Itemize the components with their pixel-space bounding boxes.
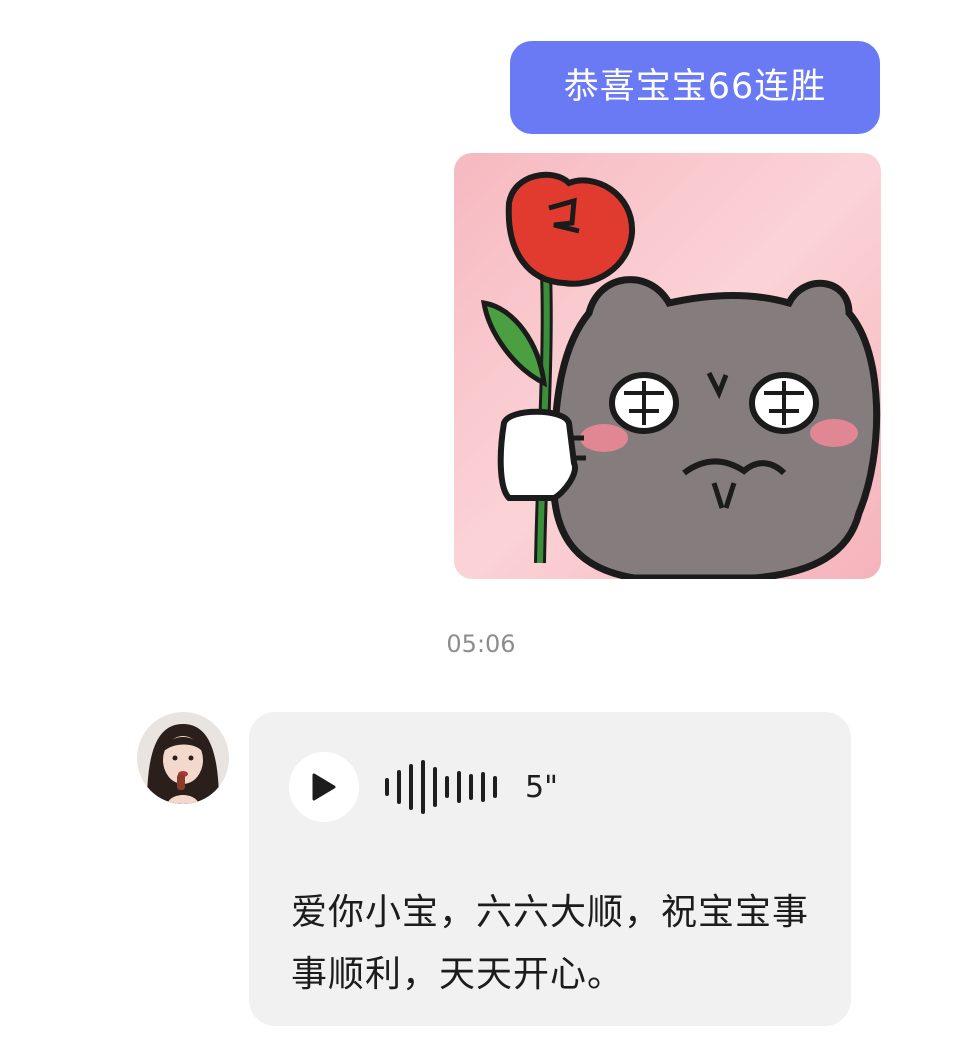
sticker-image[interactable] [454,153,881,579]
avatar[interactable] [137,712,229,804]
bear-rose-sticker-icon [454,153,881,579]
play-icon [312,773,336,801]
voice-message-bubble[interactable]: 5" 爱你小宝，六六大顺，祝宝宝事事顺利，天天开心。 [249,712,851,1026]
user-avatar-icon [137,712,229,804]
message-timestamp: 05:06 [446,630,516,658]
play-button[interactable] [289,752,359,822]
sent-message-text: 恭喜宝宝66连胜 [563,67,827,107]
audio-waveform-icon [385,760,497,814]
voice-duration: 5" [525,770,558,805]
sent-message-bubble[interactable]: 恭喜宝宝66连胜 [510,41,880,134]
voice-transcript-text: 爱你小宝，六六大顺，祝宝宝事事顺利，天天开心。 [291,892,810,995]
